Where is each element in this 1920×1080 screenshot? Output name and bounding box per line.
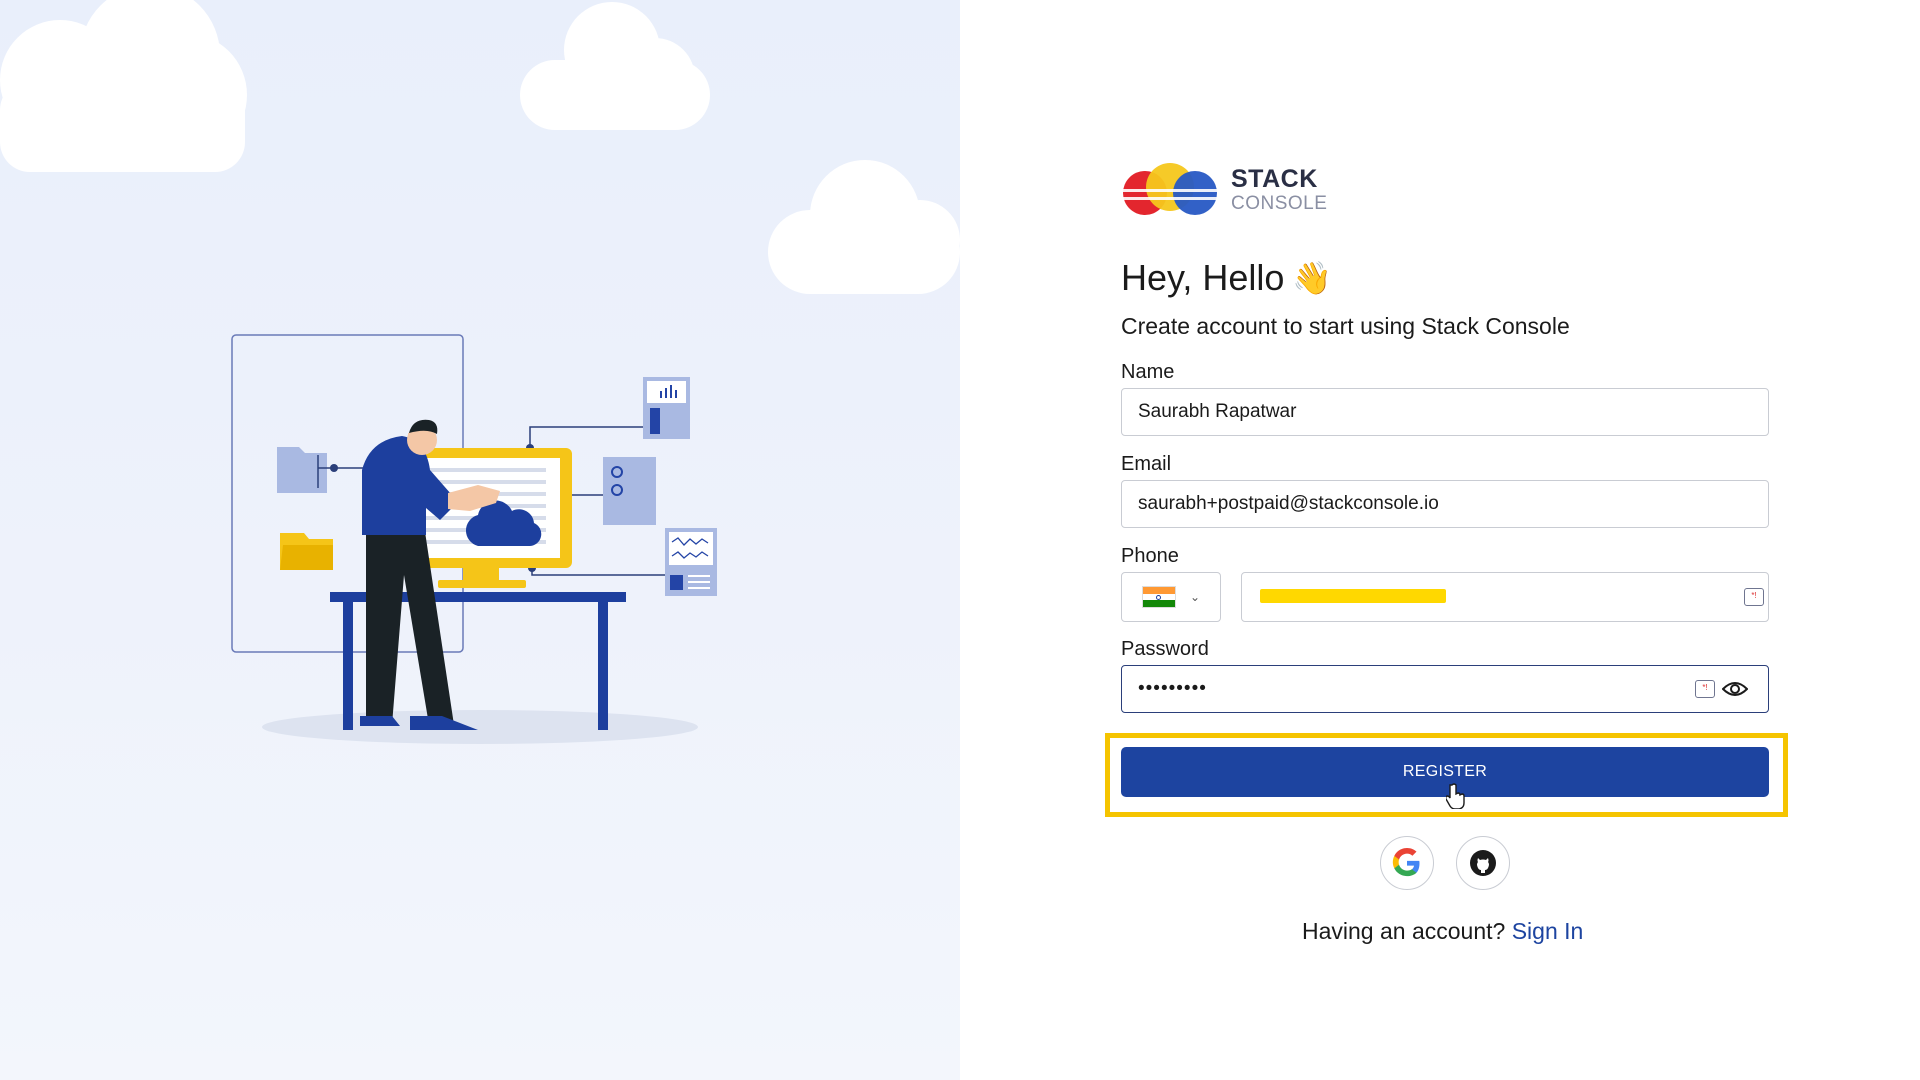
page-subtitle: Create account to start using Stack Cons… bbox=[1121, 313, 1570, 339]
india-flag-icon bbox=[1141, 586, 1176, 608]
greeting-text: Hey, Hello bbox=[1121, 257, 1285, 298]
google-icon bbox=[1392, 848, 1420, 877]
country-code-select[interactable]: ⌄ bbox=[1121, 572, 1221, 622]
developer-illustration bbox=[0, 0, 960, 744]
autofill-card-icon[interactable]: *! bbox=[1744, 588, 1764, 606]
page-title: Hey, Hello 👋 bbox=[1121, 257, 1332, 299]
google-signin-button[interactable] bbox=[1380, 836, 1434, 890]
register-panel: STACK CONSOLE Hey, Hello 👋 Create accoun… bbox=[960, 0, 1920, 1080]
name-label: Name bbox=[1121, 361, 1175, 383]
phone-input[interactable]: *! bbox=[1241, 572, 1769, 622]
email-input[interactable]: saurabh+postpaid@stackconsole.io bbox=[1121, 480, 1769, 528]
illustration-panel bbox=[0, 0, 960, 1080]
phone-redaction bbox=[1260, 589, 1446, 603]
signin-link[interactable]: Sign In bbox=[1512, 918, 1584, 944]
password-input-value: ••••••••• bbox=[1138, 678, 1207, 699]
waving-hand-icon: 👋 bbox=[1292, 260, 1333, 296]
register-button[interactable]: REGISTER bbox=[1121, 747, 1769, 797]
name-input[interactable]: Saurabh Rapatwar bbox=[1121, 388, 1769, 436]
email-input-value: saurabh+postpaid@stackconsole.io bbox=[1138, 493, 1439, 514]
phone-label: Phone bbox=[1121, 545, 1179, 567]
password-label: Password bbox=[1121, 638, 1209, 660]
github-signin-button[interactable] bbox=[1456, 836, 1510, 890]
password-input[interactable]: ••••••••• *! bbox=[1121, 665, 1769, 713]
brand-logo: STACK CONSOLE bbox=[1121, 160, 1327, 220]
clouds bbox=[0, 0, 960, 294]
name-input-value: Saurabh Rapatwar bbox=[1138, 401, 1297, 422]
brand-name-top: STACK bbox=[1231, 165, 1318, 193]
autofill-card-icon[interactable]: *! bbox=[1695, 680, 1715, 698]
brand-name-bottom: CONSOLE bbox=[1231, 193, 1328, 214]
email-label: Email bbox=[1121, 453, 1172, 475]
hand-cursor-icon bbox=[1446, 783, 1465, 809]
chevron-down-icon: ⌄ bbox=[1189, 590, 1201, 604]
signin-prompt-text: Having an account? bbox=[1302, 918, 1506, 944]
stack-console-logo-icon bbox=[1121, 160, 1219, 220]
github-icon bbox=[1470, 850, 1496, 876]
eye-icon[interactable] bbox=[1722, 680, 1748, 698]
